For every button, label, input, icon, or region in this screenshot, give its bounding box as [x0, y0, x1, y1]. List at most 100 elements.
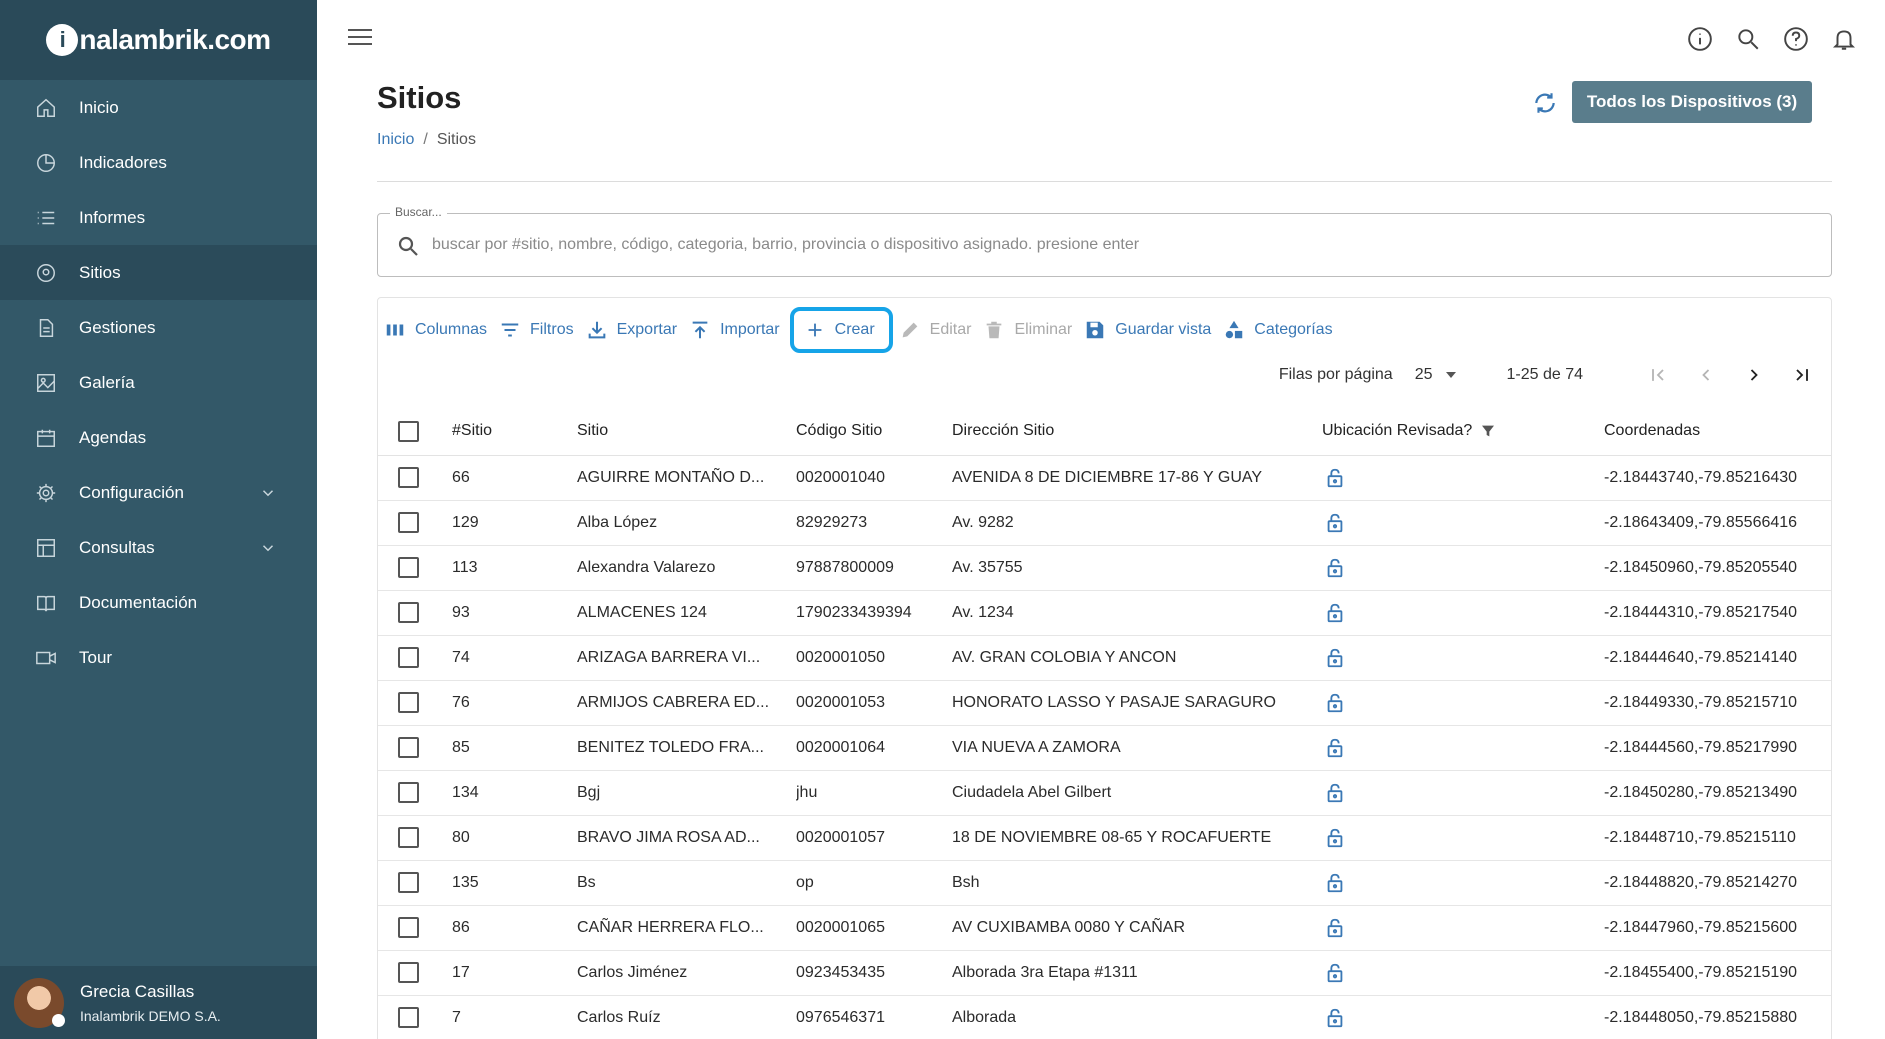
sidebar-item-documentacion[interactable]: Documentación [0, 575, 317, 630]
help-icon[interactable] [1783, 26, 1809, 57]
row-checkbox[interactable] [398, 557, 419, 578]
table-row[interactable]: 129 Alba López 82929273 Av. 9282 -2.18643409… [378, 500, 1831, 546]
header-code[interactable]: Código Sitio [796, 408, 952, 456]
row-checkbox[interactable] [398, 1007, 419, 1028]
export-button[interactable]: Exportar [586, 310, 677, 350]
sidebar-item-inicio[interactable]: Inicio [0, 80, 317, 135]
cell-address: AV CUXIBAMBA 0080 Y CAÑAR [952, 905, 1322, 951]
lock-open-icon[interactable] [1322, 783, 1346, 802]
cell-id: 113 [452, 545, 577, 591]
bell-icon[interactable] [1831, 26, 1857, 57]
chevron-down-icon[interactable] [259, 539, 277, 557]
lock-open-icon[interactable] [1322, 873, 1346, 892]
table-row[interactable]: 113 Alexandra Valarezo 97887800009 Av. 3575… [378, 545, 1831, 591]
table-row[interactable]: 76 ARMIJOS CABRERA ED... 0020001053 HONORAT… [378, 680, 1831, 726]
table-row[interactable]: 74 ARIZAGA BARRERA VI... 0020001050 AV. GRA… [378, 635, 1831, 681]
save-view-button[interactable]: Guardar vista [1084, 310, 1211, 350]
cell-location-checked [1322, 815, 1604, 861]
sidebar-item-tour[interactable]: Tour [0, 630, 317, 685]
row-checkbox[interactable] [398, 782, 419, 803]
header-address[interactable]: Dirección Sitio [952, 408, 1322, 456]
lock-open-icon[interactable] [1322, 603, 1346, 622]
row-checkbox[interactable] [398, 602, 419, 623]
sidebar-item-galeria[interactable]: Galería [0, 355, 317, 410]
first-page-icon[interactable] [1645, 362, 1671, 388]
search-icon[interactable] [1735, 26, 1761, 57]
menu-icon[interactable] [348, 29, 372, 49]
brand-logo[interactable]: i nalambrik.com [46, 24, 271, 56]
row-checkbox[interactable] [398, 827, 419, 848]
download-icon [588, 321, 605, 339]
lock-open-icon[interactable] [1322, 558, 1346, 577]
avatar[interactable] [14, 977, 65, 1028]
lock-open-icon[interactable] [1322, 738, 1346, 757]
lock-open-icon[interactable] [1322, 648, 1346, 667]
lock-open-icon[interactable] [1322, 1008, 1346, 1027]
delete-button[interactable]: Eliminar [983, 310, 1072, 350]
create-button[interactable]: Crear [789, 307, 893, 353]
table-row[interactable]: 134 Bgj jhu Ciudadela Abel Gilbert -2.184502… [378, 770, 1831, 816]
header-location-checked[interactable]: Ubicación Revisada? [1322, 408, 1604, 456]
import-button[interactable]: Importar [689, 310, 780, 350]
table-row[interactable]: 86 CAÑAR HERRERA FLO... 0020001065 AV CUXIB… [378, 905, 1831, 951]
row-checkbox[interactable] [398, 467, 419, 488]
lock-open-icon[interactable] [1322, 693, 1346, 712]
filters-button[interactable]: Filtros [499, 310, 574, 350]
pagination: Filas por página 25 1-25 de 74 [1279, 362, 1815, 388]
header-coords[interactable]: Coordenadas [1604, 408, 1831, 456]
sidebar-item-informes[interactable]: Informes [0, 190, 317, 245]
sidebar-item-sitios[interactable]: Sitios [0, 245, 317, 300]
table-row[interactable]: 7 Carlos Ruíz 0976546371 Alborada -2.1844805… [378, 995, 1831, 1039]
chevron-down-icon[interactable] [259, 484, 277, 502]
header-site[interactable]: Sitio [577, 408, 796, 456]
sidebar-item-gestiones[interactable]: Gestiones [0, 300, 317, 355]
sidebar-item-configuracion[interactable]: Configuración [0, 465, 317, 520]
table-row[interactable]: 80 BRAVO JIMA ROSA AD... 0020001057 18 DE N… [378, 815, 1831, 861]
table-row[interactable]: 17 Carlos Jiménez 0923453435 Alborada 3ra E… [378, 950, 1831, 996]
sidebar-item-agendas[interactable]: Agendas [0, 410, 317, 465]
edit-button[interactable]: Editar [899, 310, 971, 350]
last-page-icon[interactable] [1789, 362, 1815, 388]
cell-coords: -2.18448710,-79.85215110 [1604, 815, 1831, 861]
lock-open-icon[interactable] [1322, 918, 1346, 937]
lock-open-icon[interactable] [1322, 468, 1346, 487]
lock-open-icon[interactable] [1322, 963, 1346, 982]
cell-id: 134 [452, 770, 577, 816]
book-icon [34, 591, 58, 615]
row-checkbox[interactable] [398, 872, 419, 893]
refresh-icon[interactable] [1532, 90, 1558, 116]
row-checkbox[interactable] [398, 962, 419, 983]
select-all-checkbox[interactable] [398, 420, 419, 442]
lock-open-icon[interactable] [1322, 513, 1346, 532]
cell-id: 17 [452, 950, 577, 996]
video-icon [34, 646, 58, 670]
table-row[interactable]: 85 BENITEZ TOLEDO FRA... 0020001064 VIA NUE… [378, 725, 1831, 771]
row-checkbox[interactable] [398, 692, 419, 713]
columns-button[interactable]: Columnas [384, 310, 487, 350]
breadcrumb-link-inicio[interactable]: Inicio [377, 131, 414, 148]
rows-per-page-select[interactable]: 25 [1415, 366, 1457, 384]
row-checkbox[interactable] [398, 917, 419, 938]
cell-address: Alborada 3ra Etapa #1311 [952, 950, 1322, 996]
header-id[interactable]: #Sitio [452, 408, 577, 456]
search-input[interactable] [432, 214, 1822, 276]
prev-page-icon[interactable] [1693, 362, 1719, 388]
sidebar-item-label: Gestiones [79, 317, 156, 337]
table-row[interactable]: 93 ALMACENES 124 1790233439394 Av. 1234 -2.1… [378, 590, 1831, 636]
categories-button[interactable]: Categorías [1223, 310, 1333, 350]
next-page-icon[interactable] [1741, 362, 1767, 388]
row-checkbox[interactable] [398, 647, 419, 668]
row-checkbox[interactable] [398, 512, 419, 533]
delete-label: Eliminar [1014, 321, 1073, 338]
table-row[interactable]: 66 AGUIRRE MONTAÑO D... 0020001040 AVENIDA … [378, 455, 1831, 501]
lock-open-icon[interactable] [1322, 828, 1346, 847]
row-checkbox[interactable] [398, 737, 419, 758]
sidebar-item-consultas[interactable]: Consultas [0, 520, 317, 575]
table-row[interactable]: 135 Bs op Bsh -2.18448820,-79.85214270 [378, 860, 1831, 906]
user-profile[interactable]: Grecia Casillas Inalambrik DEMO S.A. [0, 966, 317, 1039]
sidebar-item-indicadores[interactable]: Indicadores [0, 135, 317, 190]
trash-icon [987, 321, 1002, 339]
info-icon[interactable] [1687, 26, 1713, 57]
all-devices-button[interactable]: Todos los Dispositivos (3) [1572, 81, 1812, 123]
funnel-icon[interactable] [1480, 423, 1496, 439]
